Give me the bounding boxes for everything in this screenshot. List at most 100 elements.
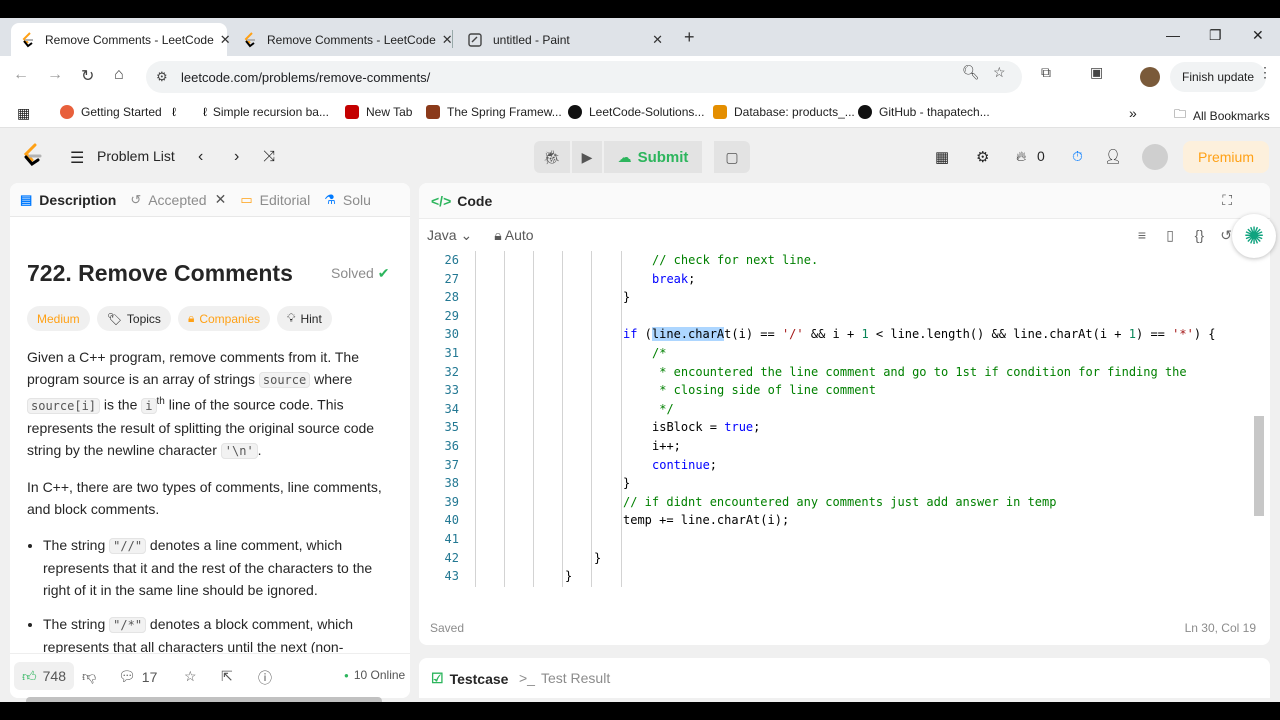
like-button[interactable]: 👍︎ 748 <box>14 662 74 690</box>
bookmark-item[interactable]: ℓ Simple recursion ba... <box>203 105 329 119</box>
code-token: ) { <box>1193 327 1216 342</box>
check-circle-icon: ✔ <box>377 265 390 281</box>
reload-icon[interactable]: ↻ <box>81 66 94 86</box>
line-number: 37 <box>444 457 459 472</box>
hint-pill[interactable]: 💡︎ Hint <box>277 306 332 331</box>
bookmark-item[interactable]: LeetCode-Solutions... <box>568 105 704 119</box>
help-icon[interactable]: ⓘ <box>258 668 272 688</box>
bookmark-item[interactable]: GitHub - thapatech... <box>858 105 990 119</box>
profile-avatar[interactable] <box>1140 67 1160 87</box>
shuffle-icon[interactable]: ⤨ <box>263 148 275 165</box>
code-panel: </> Code ⛶ Java ⌄ 🔒︎ Auto ≡ ▯ {} ↺ 26 // … <box>419 183 1270 645</box>
topics-pill[interactable]: 🏷︎ Topics <box>96 306 171 331</box>
code-token: break <box>652 271 689 286</box>
close-icon[interactable]: ✕ <box>215 191 227 208</box>
tag-icon: 🏷︎ <box>106 311 122 326</box>
inline-code: source[i] <box>27 397 101 414</box>
bookmark-item[interactable]: The Spring Framew... <box>426 105 562 119</box>
code-line: 42} <box>419 549 1255 568</box>
tab-testcase[interactable]: ☑ Testcase <box>431 670 508 687</box>
thumbs-down-icon[interactable]: 👎︎ <box>82 668 96 685</box>
tab-label: Accepted <box>148 191 207 208</box>
difficulty-badge: Medium <box>27 306 90 331</box>
code-line: 26 // check for next line. <box>419 251 1255 270</box>
vertical-scrollbar[interactable] <box>1254 416 1264 516</box>
browser-tab-2[interactable]: Remove Comments - LeetCode ✕ <box>233 23 453 56</box>
premium-button[interactable]: Premium <box>1183 141 1269 173</box>
settings-icon[interactable]: ⚙ <box>976 148 989 166</box>
all-bookmarks[interactable]: 🗀︎ All Bookmarks <box>1174 105 1270 126</box>
comments-button[interactable]: 💬︎ 17 <box>118 668 157 685</box>
line-number: 39 <box>444 494 459 509</box>
media-icon[interactable]: ▣ <box>1090 64 1103 81</box>
extensions-icon[interactable]: ⧉ <box>1041 64 1051 81</box>
share-icon[interactable]: ⇱ <box>221 668 233 685</box>
apps-grid-icon[interactable]: ▦ <box>17 105 30 122</box>
bookmark-item[interactable]: Getting Started <box>60 105 162 119</box>
run-icon[interactable]: ▶ <box>572 141 602 173</box>
menu-dots-icon[interactable]: ⋮ <box>1258 64 1272 81</box>
more-bookmarks-icon[interactable]: » <box>1129 105 1137 121</box>
code-line: 34 */ <box>419 400 1255 419</box>
site-info-icon[interactable]: ⚙ <box>156 69 168 85</box>
code-text: isBlock = true; <box>652 418 760 437</box>
list-icon[interactable]: ☰ <box>70 148 84 168</box>
tab-description[interactable]: ▤ Description <box>20 192 116 208</box>
submit-button[interactable]: ☁ Submit <box>604 141 702 173</box>
notes-icon[interactable]: ▢ <box>714 141 750 173</box>
ai-assistant-icon[interactable]: ✺ <box>1232 214 1276 258</box>
restore-icon[interactable]: ❐ <box>1209 27 1222 44</box>
close-icon[interactable]: ✕ <box>220 32 231 48</box>
close-icon[interactable]: ✕ <box>652 32 663 48</box>
layout-icon[interactable]: ▦ <box>935 148 949 166</box>
line-number: 41 <box>444 532 459 546</box>
expand-icon[interactable]: ⛶ <box>1222 192 1232 209</box>
braces-icon[interactable]: {} <box>1195 227 1204 243</box>
auto-mode[interactable]: 🔒︎ Auto <box>494 227 533 244</box>
line-number: 36 <box>444 439 459 453</box>
bookmark-item[interactable]: New Tab <box>345 105 412 119</box>
tab-accepted[interactable]: ↺ Accepted ✕ <box>130 191 226 208</box>
finish-update-button[interactable]: Finish update <box>1170 62 1267 92</box>
leetcode-logo[interactable] <box>22 143 44 169</box>
bookmark-icon[interactable]: ▯ <box>1166 227 1174 244</box>
home-icon[interactable]: ⌂ <box>114 66 124 84</box>
tab-test-result[interactable]: >_ Test Result <box>519 670 610 686</box>
problem-list-link[interactable]: Problem List <box>97 148 175 164</box>
pill-label: Companies <box>199 311 261 326</box>
timer-icon[interactable]: ⏱ <box>1072 148 1083 165</box>
address-bar[interactable]: ⚙ leetcode.com/problems/remove-comments/ <box>146 61 1022 93</box>
bookmark-item[interactable]: ℓ <box>172 105 182 119</box>
tag-pills: Medium 🏷︎ Topics 🔒︎ Companies 💡︎ Hint <box>27 306 332 331</box>
code-line: 32 * encountered the line comment and go… <box>419 363 1255 382</box>
zoom-icon[interactable]: 🔍︎ <box>962 64 980 81</box>
back-icon[interactable]: ← <box>13 66 29 84</box>
minimize-icon[interactable]: — <box>1166 27 1180 43</box>
streak-fire-icon[interactable]: 🔥︎ <box>1016 148 1026 165</box>
browser-tab-3[interactable]: untitled - Paint ✕ <box>457 23 673 56</box>
pill-label: Medium <box>37 311 80 326</box>
window-close-icon[interactable]: ✕ <box>1252 27 1264 44</box>
format-icon[interactable]: ≡ <box>1138 227 1146 243</box>
horizontal-scrollbar[interactable] <box>26 697 382 702</box>
tab-solutions[interactable]: ⚗ Solu <box>324 192 371 208</box>
reset-icon[interactable]: ↺ <box>1220 227 1232 244</box>
forward-icon[interactable]: → <box>47 66 63 84</box>
companies-pill[interactable]: 🔒︎ Companies <box>177 306 271 331</box>
next-problem-icon[interactable]: › <box>234 148 239 166</box>
tab-editorial[interactable]: ▭ Editorial <box>240 192 310 208</box>
bookmark-item[interactable]: Database: products_... <box>713 105 855 119</box>
browser-tab-1[interactable]: Remove Comments - LeetCode ✕ <box>11 23 231 56</box>
code-editor[interactable]: 26// check for next line. 27 break; 28} 29 3… <box>419 251 1255 587</box>
add-friend-icon[interactable]: 👤︎ <box>1104 148 1122 165</box>
new-tab-icon[interactable]: + <box>684 27 695 48</box>
favorite-star-icon[interactable]: ☆ <box>184 668 197 685</box>
debug-icon[interactable]: 🐞︎ <box>534 141 570 173</box>
language-select[interactable]: Java ⌄ <box>427 227 472 244</box>
prev-problem-icon[interactable]: ‹ <box>198 148 203 166</box>
user-avatar[interactable] <box>1142 144 1168 170</box>
code-token: */ <box>652 401 674 416</box>
history-icon: ↺ <box>130 191 142 207</box>
run-controls: 🐞︎ ▶ ☁ Submit ▢ <box>534 141 750 173</box>
bookmark-star-icon[interactable]: ☆ <box>993 64 1006 81</box>
